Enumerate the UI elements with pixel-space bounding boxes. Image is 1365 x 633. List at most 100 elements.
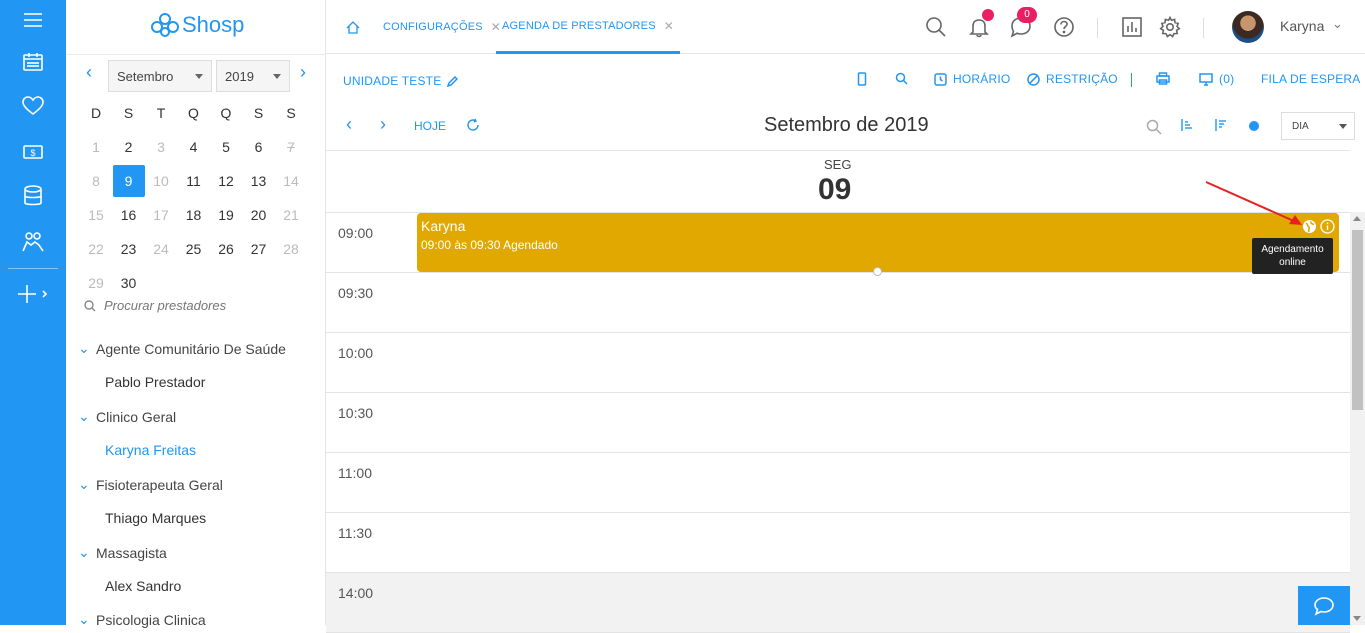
time-slot[interactable]: 09:30 [326, 273, 1350, 333]
prev-month-icon[interactable]: ‹ [86, 62, 92, 83]
provider-search[interactable]: Procurar prestadores [84, 298, 226, 313]
print-icon[interactable] [1156, 72, 1170, 85]
scroll-thumb[interactable] [1352, 230, 1363, 410]
next-month-icon[interactable]: › [300, 62, 306, 83]
calendar-week: 1234567 [80, 130, 320, 164]
calendar-day[interactable]: 8 [80, 165, 112, 197]
horario-button[interactable]: HORÁRIO [934, 72, 1010, 86]
avatar[interactable] [1232, 11, 1264, 43]
calendar-day[interactable]: 13 [243, 165, 275, 197]
calendar-day[interactable]: 21 [275, 199, 307, 231]
calendar-day[interactable]: 7 [275, 131, 307, 163]
status-dot[interactable] [1249, 121, 1259, 131]
zoom-icon[interactable] [1146, 119, 1162, 135]
people-icon[interactable] [0, 222, 66, 262]
calendar-day[interactable]: 4 [178, 131, 210, 163]
scroll-down-icon[interactable] [1353, 616, 1361, 621]
chevron-down-icon[interactable]: ⌄ [1332, 16, 1343, 32]
calendar-day[interactable]: 17 [145, 199, 177, 231]
calendar-day[interactable]: 18 [178, 199, 210, 231]
group-psicologia[interactable]: ⌄ Psicologia Clinica [78, 611, 206, 628]
fila-espera-button[interactable]: FILA DE ESPERA [1261, 72, 1361, 86]
group-clinico[interactable]: ⌄ Clinico Geral [78, 408, 176, 425]
calendar-day[interactable]: 26 [210, 233, 242, 265]
calendar-day[interactable]: 14 [275, 165, 307, 197]
refresh-icon[interactable] [466, 118, 480, 132]
today-button[interactable]: HOJE [414, 119, 446, 133]
restricao-button[interactable]: RESTRIÇÃO [1027, 72, 1118, 86]
group-agente[interactable]: ⌄ Agente Comunitário De Saúde [78, 340, 286, 357]
info-icon[interactable] [1320, 219, 1335, 234]
scrollbar[interactable] [1350, 212, 1365, 625]
calendar-day[interactable]: 3 [145, 131, 177, 163]
search-icon[interactable] [923, 14, 949, 40]
calendar-day[interactable]: 11 [178, 165, 210, 197]
weekday-row: DSTQQSS [80, 96, 320, 130]
chat-button[interactable] [1298, 586, 1350, 625]
month-select[interactable]: Setembro [108, 60, 212, 92]
time-slot[interactable]: 11:30 [326, 513, 1350, 573]
search-input[interactable]: Procurar prestadores [104, 298, 226, 313]
add-icon[interactable] [0, 274, 66, 314]
time-slot[interactable]: 11:00 [326, 453, 1350, 513]
calendar-icon[interactable] [0, 42, 66, 82]
time-slot[interactable]: 10:00 [326, 333, 1350, 393]
sort-desc-icon[interactable] [1214, 118, 1226, 132]
scroll-up-icon[interactable] [1353, 216, 1361, 221]
year-select[interactable]: 2019 [216, 60, 290, 92]
calendar-day[interactable]: 6 [243, 131, 275, 163]
calendar-day[interactable]: 19 [210, 199, 242, 231]
calendar-day[interactable]: 16 [113, 199, 145, 231]
time-slot[interactable]: 10:30 [326, 393, 1350, 453]
calendar-day[interactable]: 27 [243, 233, 275, 265]
calendar-day[interactable]: 30 [113, 267, 145, 299]
block-icon [1027, 72, 1040, 86]
calendar-day[interactable]: 28 [275, 233, 307, 265]
prev-day-icon[interactable]: ‹ [346, 114, 352, 135]
calendar-day[interactable]: 10 [145, 165, 177, 197]
calendar-day[interactable]: 12 [210, 165, 242, 197]
slot-time: 11:30 [338, 525, 372, 541]
fila-label: FILA DE ESPERA [1261, 72, 1361, 86]
calendar-day[interactable]: 1 [80, 131, 112, 163]
group-label: Clinico Geral [96, 408, 177, 425]
tab-configuracoes[interactable]: CONFIGURAÇÕES ✕ [383, 0, 501, 54]
calendar-day[interactable]: 5 [210, 131, 242, 163]
heart-icon[interactable] [0, 86, 66, 126]
calendar-day[interactable]: 2 [113, 131, 145, 163]
group-label: Fisioterapeuta Geral [96, 476, 223, 493]
time-slot-blocked[interactable]: 14:00 [326, 573, 1350, 633]
provider-item[interactable]: Alex Sandro [105, 578, 181, 594]
home-icon[interactable] [346, 0, 360, 54]
calendar-day[interactable]: 24 [145, 233, 177, 265]
provider-item-active[interactable]: Karyna Freitas [105, 442, 196, 458]
money-icon[interactable]: $ [0, 132, 66, 172]
database-icon[interactable] [0, 176, 66, 216]
calendar-day[interactable]: 29 [80, 267, 112, 299]
group-massagista[interactable]: ⌄ Massagista [78, 544, 167, 561]
calendar-day[interactable]: 23 [113, 233, 145, 265]
mobile-icon[interactable] [857, 72, 867, 86]
search-icon[interactable] [895, 72, 908, 85]
queue-button[interactable]: (0) [1199, 72, 1234, 86]
calendar-day[interactable]: 20 [243, 199, 275, 231]
resize-handle[interactable] [873, 267, 882, 276]
calendar-day-selected[interactable]: 9 [112, 165, 145, 197]
next-day-icon[interactable]: › [380, 114, 386, 135]
provider-item[interactable]: Pablo Prestador [105, 374, 205, 390]
unit-selector[interactable]: UNIDADE TESTE [343, 74, 459, 88]
gear-icon[interactable] [1157, 14, 1183, 40]
tab-agenda[interactable]: AGENDA DE PRESTADORES ✕ [496, 0, 681, 54]
view-select[interactable]: DIA [1281, 112, 1355, 140]
user-name[interactable]: Karyna [1280, 18, 1324, 34]
sort-asc-icon[interactable] [1180, 118, 1192, 132]
calendar-day[interactable]: 15 [80, 199, 112, 231]
calendar-day[interactable]: 25 [178, 233, 210, 265]
calendar-day[interactable]: 22 [80, 233, 112, 265]
provider-item[interactable]: Thiago Marques [105, 510, 206, 526]
menu-icon[interactable] [0, 0, 66, 40]
reports-icon[interactable] [1119, 14, 1145, 40]
help-icon[interactable] [1051, 14, 1077, 40]
close-icon[interactable]: ✕ [664, 19, 674, 33]
group-fisio[interactable]: ⌄ Fisioterapeuta Geral [78, 476, 223, 493]
